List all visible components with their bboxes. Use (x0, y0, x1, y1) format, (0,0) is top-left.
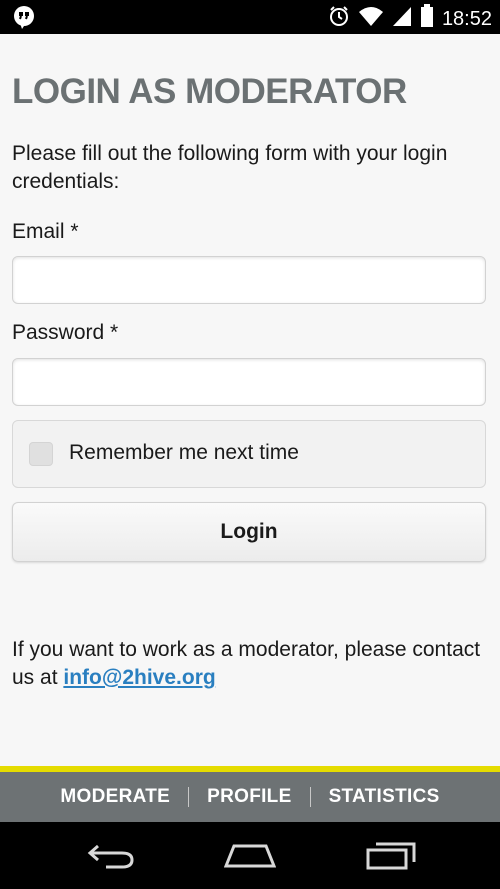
status-bar: 18:52 (0, 0, 500, 34)
footer-nav: MODERATE PROFILE STATISTICS (0, 772, 500, 822)
email-label: Email * (12, 220, 79, 243)
back-icon[interactable] (86, 840, 136, 875)
password-field[interactable] (12, 358, 486, 406)
signal-icon (392, 5, 412, 32)
status-time: 18:52 (441, 7, 492, 30)
contact-email-link[interactable]: info@2hive.org (63, 666, 215, 689)
login-button[interactable]: Login (12, 502, 486, 562)
hangouts-icon (12, 5, 36, 34)
alarm-icon (328, 5, 350, 32)
recent-apps-icon[interactable] (366, 840, 416, 875)
nav-statistics[interactable]: STATISTICS (311, 772, 458, 822)
system-nav-bar (0, 822, 500, 889)
main-content: LOGIN AS MODERATOR Please fill out the f… (0, 34, 500, 766)
intro-text: Please fill out the following form with … (12, 142, 448, 193)
nav-moderate[interactable]: MODERATE (42, 772, 188, 822)
battery-icon (420, 4, 434, 33)
nav-profile[interactable]: PROFILE (189, 772, 309, 822)
remember-me-row[interactable]: Remember me next time (12, 420, 486, 488)
wifi-icon (358, 5, 384, 32)
home-icon[interactable] (223, 840, 277, 875)
password-label: Password * (12, 321, 119, 344)
remember-me-checkbox[interactable] (29, 442, 53, 466)
contact-text: If you want to work as a moderator, plea… (12, 636, 488, 692)
email-field[interactable] (12, 256, 486, 304)
page-title: LOGIN AS MODERATOR (12, 72, 407, 111)
remember-me-label[interactable]: Remember me next time (69, 439, 299, 467)
